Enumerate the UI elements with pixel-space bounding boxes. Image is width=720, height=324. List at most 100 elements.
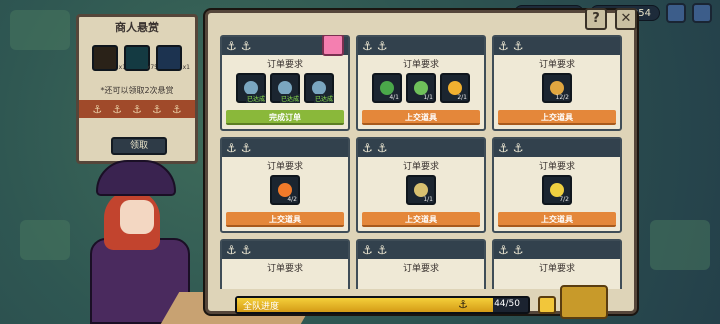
submit-items-button[interactable]: 上交道具 bbox=[498, 110, 616, 125]
anchor-icon: ⚓ bbox=[240, 141, 252, 155]
order-card: ⚓ ⚓ 订单要求 bbox=[220, 239, 350, 289]
order-title: 订单要求 bbox=[402, 264, 439, 274]
anchor-icon: ⚓ bbox=[226, 39, 237, 53]
order-card: ⚓ ⚓ 订单要求 bbox=[492, 239, 622, 289]
anchor-icon: ⚓ bbox=[132, 102, 142, 116]
anchor-icon: ⚓ bbox=[376, 141, 388, 155]
anchor-icon: ⚓ bbox=[512, 141, 524, 155]
fish-icon[interactable]: 已达成 bbox=[270, 73, 300, 103]
flower-icon[interactable]: 1/1 bbox=[406, 175, 436, 205]
order-items bbox=[222, 277, 348, 289]
order-items: 已达成 已达成 已达成 bbox=[222, 73, 348, 105]
submit-items-button[interactable]: 上交道具 bbox=[362, 212, 480, 227]
gem-icon[interactable]: x75 bbox=[124, 45, 158, 71]
order-card: ⚓ ⚓ 订单要求 bbox=[356, 239, 486, 289]
grain-icon[interactable]: 12/2 bbox=[542, 73, 572, 103]
order-title: 订单要求 bbox=[538, 60, 575, 70]
anchor-icon: ⚓ bbox=[362, 141, 373, 155]
item-status: 已达成 bbox=[279, 94, 300, 103]
item-count: 1/1 bbox=[423, 196, 433, 203]
submit-items-button[interactable]: 上交道具 bbox=[498, 212, 616, 227]
anchor-icon: ⚓ bbox=[458, 298, 468, 311]
item-count: 1/1 bbox=[423, 94, 433, 101]
order-card: ⚓ ⚓ 订单要求 4/1 1/1 2/1 上交道具 bbox=[356, 35, 486, 131]
close-button[interactable]: ✕ bbox=[615, 8, 637, 30]
order-items bbox=[358, 277, 484, 289]
item-count: 7/2 bbox=[559, 196, 569, 203]
menu-icon[interactable] bbox=[692, 3, 712, 23]
submit-items-button[interactable]: 上交道具 bbox=[226, 212, 344, 227]
anchor-icon: ⚓ bbox=[376, 243, 388, 257]
claim-button[interactable]: 领取 bbox=[111, 137, 167, 155]
anchor-icon: ⚓ bbox=[498, 141, 509, 155]
anchor-icon: ⚓ bbox=[240, 39, 252, 53]
order-items: 1/1 bbox=[358, 175, 484, 207]
bounty-anchor-band: ⚓ ⚓ ⚓ ⚓ ⚓ bbox=[79, 100, 195, 118]
progress-value: 44/50 bbox=[494, 299, 520, 309]
item-count: 12/2 bbox=[555, 94, 569, 101]
help-button[interactable]: ? bbox=[585, 8, 607, 30]
order-card-header: ⚓ ⚓ bbox=[494, 241, 620, 259]
item-status: 已达成 bbox=[245, 94, 266, 103]
item-count: 2/1 bbox=[457, 94, 467, 101]
cabbage-icon[interactable]: 1/1 bbox=[406, 73, 436, 103]
complete-order-button[interactable]: 完成订单 bbox=[226, 110, 344, 125]
item-count: 4/2 bbox=[287, 196, 297, 203]
order-title: 订单要求 bbox=[402, 162, 439, 172]
submit-items-button[interactable]: 上交道具 bbox=[362, 110, 480, 125]
anchor-icon: ⚓ bbox=[92, 102, 103, 116]
fish-icon[interactable]: 已达成 bbox=[304, 73, 334, 103]
anchor-icon: ⚓ bbox=[362, 243, 373, 257]
bounty-hint: *还可以领取2次悬赏 bbox=[100, 86, 174, 95]
carrot-icon[interactable]: 4/2 bbox=[270, 175, 300, 205]
anchor-icon: ⚓ bbox=[512, 39, 524, 53]
order-items: 12/2 bbox=[494, 73, 620, 105]
clipboard-icon[interactable] bbox=[538, 296, 556, 314]
anchor-icon: ⚓ bbox=[151, 102, 162, 116]
order-card: ⚓ ⚓ 订单要求已达成 已达成 已达成完成订单 bbox=[220, 35, 350, 131]
customer-avatar bbox=[322, 35, 344, 56]
chest-icon[interactable]: x1 bbox=[92, 45, 126, 71]
item-count: 4/1 bbox=[389, 94, 399, 101]
plant-icon[interactable]: 4/1 bbox=[372, 73, 402, 103]
order-card-header: ⚓ ⚓ bbox=[494, 37, 620, 55]
bounty-rewards: x1 x75 x1 bbox=[79, 45, 195, 71]
anchor-icon: ⚓ bbox=[498, 39, 509, 53]
anchor-icon: ⚓ bbox=[171, 102, 182, 116]
anchor-icon: ⚓ bbox=[112, 102, 123, 116]
order-title: 订单要求 bbox=[266, 162, 303, 172]
corn-icon[interactable]: 7/2 bbox=[542, 175, 572, 205]
order-items: 4/1 1/1 2/1 bbox=[358, 73, 484, 105]
mail-icon[interactable] bbox=[666, 3, 686, 23]
anchor-icon: ⚓ bbox=[376, 39, 388, 53]
order-card-header: ⚓ ⚓ bbox=[494, 139, 620, 157]
treasure-chest-icon[interactable] bbox=[560, 285, 608, 319]
order-card: ⚓ ⚓ 订单要求 12/2 上交道具 bbox=[492, 35, 622, 131]
order-card-header: ⚓ ⚓ bbox=[222, 241, 348, 259]
sunflower-icon[interactable]: 2/1 bbox=[440, 73, 470, 103]
order-items: 7/2 bbox=[494, 175, 620, 207]
order-card: ⚓ ⚓ 订单要求 1/1 上交道具 bbox=[356, 137, 486, 233]
order-title: 订单要求 bbox=[266, 264, 303, 274]
order-title: 订单要求 bbox=[266, 60, 303, 70]
orders-panel: ⚓ ⚓ 订单要求 已达成 已达成 已达成 完成订单 ⚓ ⚓ 订单要求 4/1 1/1 2/1 上交道具 ⚓ ⚓… bbox=[205, 10, 637, 314]
order-title: 订单要求 bbox=[402, 60, 439, 70]
order-card-header: ⚓ ⚓ bbox=[358, 37, 484, 55]
order-title: 订单要求 bbox=[538, 162, 575, 172]
anchor-icon: ⚓ bbox=[226, 243, 237, 257]
merchant-bounty-panel: 商人悬赏 x1 x75 x1 *还可以领取2次悬赏 ⚓ ⚓ ⚓ ⚓ ⚓ 领取 bbox=[76, 14, 198, 164]
anchor-icon: ⚓ bbox=[498, 243, 509, 257]
item-status: 已达成 bbox=[313, 94, 334, 103]
order-title: 订单要求 bbox=[538, 264, 575, 274]
order-card-header: ⚓ ⚓ bbox=[222, 139, 348, 157]
team-progress-bar: 全队进度 ⚓ 44/50 bbox=[235, 296, 530, 314]
fish-icon[interactable]: 已达成 bbox=[236, 73, 266, 103]
order-card: ⚓ ⚓ 订单要求 7/2 上交道具 bbox=[492, 137, 622, 233]
progress-label: 全队进度 bbox=[243, 302, 280, 312]
order-card-header: ⚓ ⚓ bbox=[358, 139, 484, 157]
ticket-icon[interactable]: x1 bbox=[156, 45, 190, 71]
order-items: 4/2 bbox=[222, 175, 348, 207]
order-card: ⚓ ⚓ 订单要求 4/2 上交道具 bbox=[220, 137, 350, 233]
anchor-icon: ⚓ bbox=[362, 39, 373, 53]
anchor-icon: ⚓ bbox=[240, 243, 252, 257]
